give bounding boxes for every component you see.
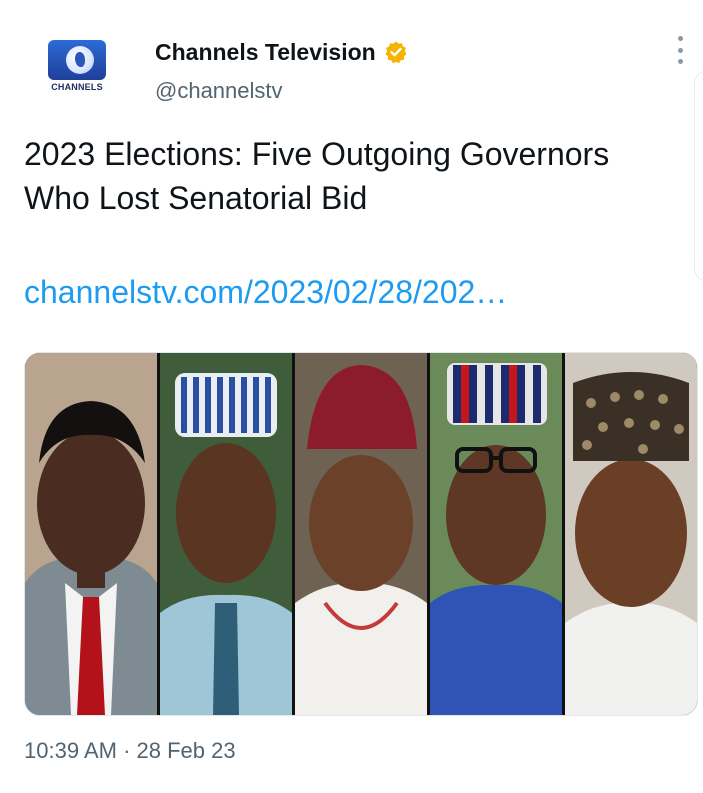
- avatar-logo-text: CHANNELS: [51, 82, 103, 92]
- tweet-card: CHANNELS Channels Television @channelstv…: [0, 0, 703, 793]
- tweet-timestamp[interactable]: 10:39 AM · 28 Feb 23: [24, 738, 236, 764]
- side-panel-edge: [694, 70, 703, 282]
- author-name-row: Channels Television: [155, 35, 408, 69]
- more-dot: [677, 36, 683, 41]
- tweet-text: 2023 Elections: Five Outgoing Governors …: [24, 136, 610, 216]
- tweet-media-image[interactable]: [24, 352, 698, 716]
- globe-icon: [66, 46, 94, 74]
- author-handle[interactable]: @channelstv: [155, 78, 283, 104]
- display-name[interactable]: Channels Television: [155, 39, 376, 66]
- more-dot: [677, 47, 683, 53]
- tweet-link[interactable]: channelstv.com/2023/02/28/202…: [24, 270, 507, 314]
- avatar[interactable]: CHANNELS: [44, 38, 110, 100]
- more-dot: [677, 59, 683, 64]
- more-vertical-icon[interactable]: [672, 36, 688, 64]
- channels-logo-icon: [48, 40, 106, 80]
- governors-collage-icon: [25, 353, 697, 715]
- verified-badge-icon: [385, 41, 407, 64]
